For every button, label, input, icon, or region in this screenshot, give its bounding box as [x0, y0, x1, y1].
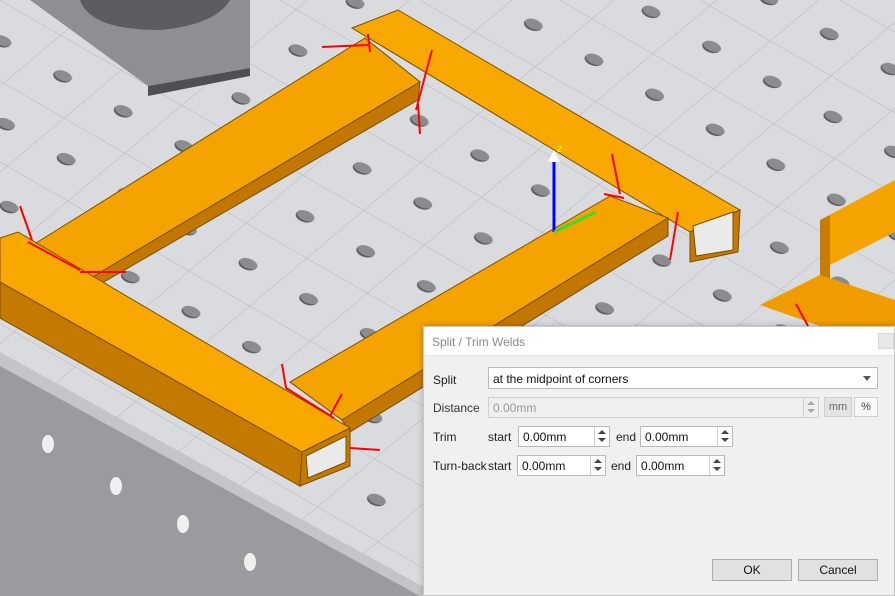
unit-percent-button[interactable]: % [854, 397, 878, 417]
unit-mm-button[interactable]: mm [824, 397, 852, 417]
side-hole [244, 553, 256, 571]
split-select[interactable]: at the midpoint of corners [488, 367, 878, 389]
split-select-value: at the midpoint of corners [493, 372, 629, 386]
trim-end-spinbox[interactable] [640, 426, 733, 447]
cancel-button[interactable]: Cancel [798, 559, 878, 581]
turnback-end-stepper[interactable] [709, 456, 724, 475]
axis-z-label: z [557, 143, 563, 155]
turnback-label: Turn-back [433, 459, 487, 473]
close-icon[interactable] [878, 333, 894, 349]
turnback-start-input[interactable] [518, 456, 591, 475]
trim-start-spinbox[interactable] [518, 426, 610, 447]
distance-label: Distance [433, 401, 480, 415]
turnback-end-input[interactable] [637, 456, 710, 475]
ok-button[interactable]: OK [712, 559, 792, 581]
distance-spinbox[interactable] [488, 397, 819, 418]
trim-end-stepper[interactable] [717, 427, 732, 446]
trim-end-label: end [616, 430, 637, 444]
trim-start-stepper[interactable] [594, 427, 609, 446]
dialog-title: Split / Trim Welds [432, 335, 526, 349]
turnback-start-spinbox[interactable] [517, 455, 606, 476]
chevron-down-icon [863, 376, 871, 381]
split-label: Split [433, 373, 457, 387]
side-hole [177, 515, 189, 533]
turnback-end-label: end [611, 459, 632, 473]
distance-stepper[interactable] [803, 398, 818, 417]
trim-start-input[interactable] [519, 427, 595, 446]
distance-input[interactable] [489, 398, 805, 417]
side-hole [42, 435, 54, 453]
trim-start-label: start [488, 430, 512, 444]
turnback-end-spinbox[interactable] [636, 455, 725, 476]
turnback-start-label: start [488, 459, 512, 473]
trim-end-input[interactable] [641, 427, 718, 446]
turnback-start-stepper[interactable] [590, 456, 605, 475]
split-trim-welds-dialog: Split / Trim Welds Split at the midpoint… [423, 326, 895, 596]
trim-label: Trim [433, 430, 457, 444]
dialog-titlebar[interactable]: Split / Trim Welds [424, 327, 894, 356]
side-hole [110, 477, 122, 495]
